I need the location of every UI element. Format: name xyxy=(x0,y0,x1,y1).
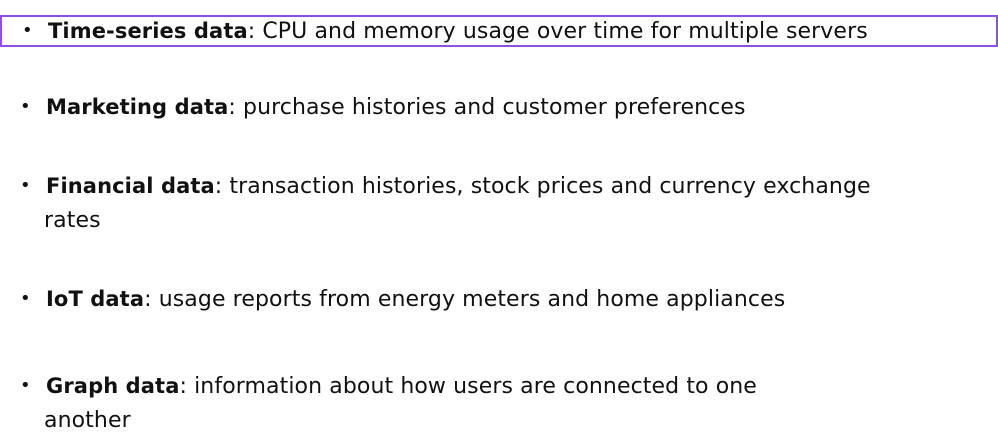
bullet-icon: • xyxy=(20,175,31,196)
item-description: transaction histories, stock prices and … xyxy=(222,174,871,199)
item-term: Graph data xyxy=(46,374,180,398)
item-description: information about how users are connecte… xyxy=(187,374,757,399)
item-separator: : xyxy=(179,374,187,399)
item-continuation: rates xyxy=(44,208,101,233)
list-item-marketing[interactable]: • Marketing data: purchase histories and … xyxy=(0,90,746,125)
bullet-icon: • xyxy=(20,288,31,309)
list-item-time-series[interactable]: • Time-series data: CPU and memory usage … xyxy=(0,15,998,47)
bullet-icon: • xyxy=(22,20,33,41)
list-item-graph[interactable]: • Graph data: information about how users… xyxy=(0,369,757,438)
item-description: purchase histories and customer preferen… xyxy=(235,95,746,120)
bullet-icon: • xyxy=(20,375,31,396)
item-term: Marketing data xyxy=(46,95,229,119)
list-item-financial[interactable]: • Financial data: transaction histories, … xyxy=(0,169,871,238)
item-term: IoT data xyxy=(46,287,145,311)
item-separator: : xyxy=(228,95,236,120)
item-separator: : xyxy=(144,287,152,312)
list-item-iot[interactable]: • IoT data: usage reports from energy met… xyxy=(0,282,785,317)
item-description: usage reports from energy meters and hom… xyxy=(151,287,786,312)
item-term: Time-series data xyxy=(48,19,248,43)
item-continuation: another xyxy=(44,408,131,433)
item-description: CPU and memory usage over time for multi… xyxy=(255,19,868,44)
bullet-icon: • xyxy=(20,96,31,117)
item-term: Financial data xyxy=(46,174,215,198)
